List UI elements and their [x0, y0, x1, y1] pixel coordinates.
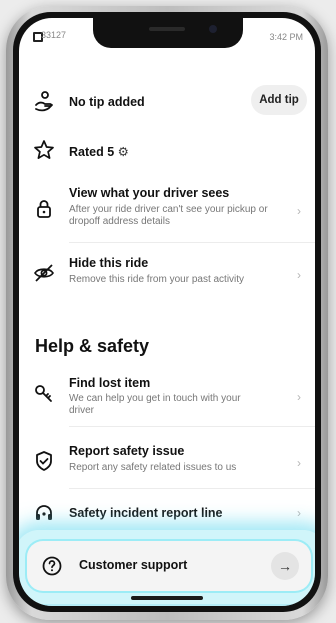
status-left-text: 33127: [41, 30, 67, 40]
tip-hand-icon: [33, 90, 55, 112]
add-tip-button[interactable]: Add tip: [251, 85, 307, 115]
chevron-right-icon: ›: [297, 268, 301, 282]
lost-item-subtitle: We can help you get in touch with your d…: [69, 393, 241, 416]
star-icon: [33, 139, 55, 161]
incident-line-title: Safety incident report line: [69, 506, 223, 520]
chevron-right-icon: ›: [297, 456, 301, 470]
customer-support-label: Customer support: [79, 558, 188, 572]
notch: [93, 18, 243, 48]
hide-ride-title: Hide this ride: [69, 256, 149, 270]
front-camera: [209, 25, 217, 33]
gear-icon: ⚙: [117, 145, 129, 159]
question-circle-icon: [41, 555, 63, 577]
home-indicator: [131, 596, 203, 600]
phone-frame: 33127 3:42 PM No tip added Add tip Rated…: [6, 6, 328, 620]
chevron-right-icon: ›: [297, 204, 301, 218]
hide-ride-subtitle: Remove this ride from your past activity: [69, 274, 245, 285]
driver-view-subtitle: After your ride driver can't see your pi…: [69, 204, 268, 227]
chevron-right-icon: ›: [297, 506, 301, 520]
status-time: 3:42 PM: [269, 32, 303, 42]
report-safety-title: Report safety issue: [69, 444, 185, 458]
arrow-right-icon: →: [271, 552, 299, 580]
divider: [69, 242, 315, 243]
lost-item-title: Find lost item: [69, 376, 151, 390]
rating-text: Rated 5: [69, 145, 115, 159]
customer-support-button[interactable]: Customer support →: [27, 541, 311, 591]
report-safety-subtitle: Report any safety related issues to us: [69, 462, 237, 473]
divider: [69, 426, 315, 427]
key-icon: [33, 382, 55, 404]
lock-icon: [33, 198, 55, 220]
rating-label: Rated 5 ⚙: [69, 144, 129, 159]
eye-off-icon: [33, 262, 55, 284]
driver-view-title: View what your driver sees: [69, 186, 230, 200]
phone-bezel: 33127 3:42 PM No tip added Add tip Rated…: [13, 12, 321, 612]
shield-check-icon: [33, 450, 55, 472]
rating-row: Rated 5 ⚙: [19, 136, 315, 166]
list-item-lost-item[interactable]: Find lost item We can help you get in to…: [19, 374, 315, 422]
speaker: [149, 27, 185, 31]
divider: [69, 488, 315, 489]
list-item-hide-ride[interactable]: Hide this ride Remove this ride from you…: [19, 254, 315, 294]
tip-label: No tip added: [69, 95, 145, 109]
list-item-incident-line[interactable]: Safety incident report line ›: [19, 498, 315, 528]
chevron-right-icon: ›: [297, 390, 301, 404]
headset-icon: [33, 502, 55, 524]
phone-screen: 33127 3:42 PM No tip added Add tip Rated…: [19, 18, 315, 606]
list-item-report-safety[interactable]: Report safety issue Report any safety re…: [19, 442, 315, 482]
list-item-driver-view[interactable]: View what your driver sees After your ri…: [19, 184, 315, 236]
section-title-help-safety: Help & safety: [35, 336, 150, 356]
